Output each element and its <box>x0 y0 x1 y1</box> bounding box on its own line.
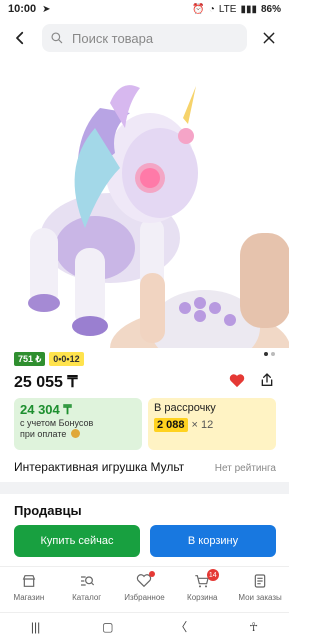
bonus-note-text: при оплате <box>20 429 67 439</box>
close-button[interactable] <box>257 26 281 50</box>
pager-dot-active <box>264 352 268 356</box>
add-to-cart-button[interactable]: В корзину <box>150 525 276 557</box>
chevron-left-icon <box>16 31 24 45</box>
bonus-note-line1: с учетом Бонусов <box>20 418 94 428</box>
accessibility-icon[interactable]: ☥ <box>249 620 258 634</box>
product-badges: 751 ₺ 0•0•12 <box>14 352 84 366</box>
favorites-dot <box>148 571 155 577</box>
installment-multiplier: × 12 <box>191 419 214 431</box>
action-buttons: Купить сейчас В корзину <box>14 525 276 557</box>
alarm-icon: ⏰ <box>192 3 205 15</box>
bonus-badge: 751 ₺ <box>14 352 46 366</box>
unicorn-toy-image <box>28 85 290 388</box>
nav-label-catalog: Каталог <box>72 593 102 602</box>
nav-item-store[interactable]: Магазин <box>0 567 57 610</box>
nav-label-store: Магазин <box>13 593 45 602</box>
product-title-row: Интерактивная игрушка Мульт Нет рейтинга <box>14 460 276 474</box>
price-actions <box>229 372 275 388</box>
nav-item-cart[interactable]: 14 Корзина <box>174 567 231 610</box>
installment-title: В рассрочку <box>154 402 216 414</box>
bonus-price-card[interactable]: 24 304 ₸ с учетом Бонусов при оплате <box>14 398 142 450</box>
installment-card[interactable]: В рассрочку 2 088 × 12 <box>148 398 276 450</box>
send-icon: ➤ <box>42 3 51 15</box>
orders-icon <box>254 574 266 588</box>
nav-item-orders[interactable]: Мои заказы <box>232 567 289 610</box>
bonus-coin-icon <box>70 429 80 438</box>
nav-label-orders: Мои заказы <box>238 593 282 602</box>
signal-label: LTE <box>218 3 237 15</box>
catalog-icon <box>80 576 94 586</box>
recent-apps-icon[interactable]: ||| <box>31 620 40 634</box>
wifi-icon: ◔ <box>208 3 215 15</box>
installment-amount: 2 088 <box>154 418 188 432</box>
bonus-price: 24 304 ₸ <box>20 402 72 417</box>
nav-item-favorites[interactable]: Избранное <box>116 567 173 610</box>
nav-label-cart: Корзина <box>187 593 218 602</box>
search-icon <box>51 32 63 44</box>
search-input[interactable]: Поиск товара <box>42 24 247 52</box>
cart-count-badge: 14 <box>206 569 219 581</box>
search-row: Поиск товара <box>0 22 289 54</box>
installment-line: 2 088 × 12 <box>154 418 270 432</box>
signal-icon: ▮▮▮ <box>240 3 257 15</box>
product-image[interactable] <box>0 58 290 388</box>
product-rating[interactable]: Нет рейтинга <box>215 463 276 474</box>
bottom-nav: Магазин Каталог Избранное 14 Корзина Мои… <box>0 566 289 610</box>
bonus-note-line2: при оплате <box>20 429 136 440</box>
buy-now-button[interactable]: Купить сейчас <box>14 525 140 557</box>
home-icon[interactable]: ▢ <box>102 620 113 634</box>
image-pager <box>264 352 275 356</box>
heart-icon[interactable] <box>229 373 245 388</box>
search-placeholder: Поиск товара <box>72 30 154 46</box>
product-price: 25 055 ₸ <box>14 374 78 391</box>
nav-label-favorites: Избранное <box>124 593 165 602</box>
status-bar: 10:00 ➤ ⏰ ◔ LTE ▮▮▮ 86% <box>0 0 289 18</box>
pager-dot <box>271 352 275 356</box>
android-nav-bar: ||| ▢ 〈 ☥ <box>0 612 289 640</box>
store-icon <box>22 575 36 587</box>
back-icon[interactable]: 〈 <box>175 618 187 635</box>
section-divider <box>0 482 289 494</box>
status-time: 10:00 <box>8 3 37 15</box>
promo-row: 24 304 ₸ с учетом Бонусов при оплате В р… <box>14 398 276 450</box>
share-icon[interactable] <box>259 372 275 388</box>
status-right: ⏰ ◔ LTE ▮▮▮ 86% <box>192 4 281 15</box>
battery-level: 86% <box>260 3 281 15</box>
back-button[interactable] <box>8 26 32 50</box>
installment-badge: 0•0•12 <box>49 352 84 366</box>
nav-item-catalog[interactable]: Каталог <box>58 567 115 610</box>
sellers-heading: Продавцы <box>14 503 82 518</box>
close-icon <box>263 32 275 44</box>
product-title: Интерактивная игрушка Мульт <box>14 460 185 474</box>
